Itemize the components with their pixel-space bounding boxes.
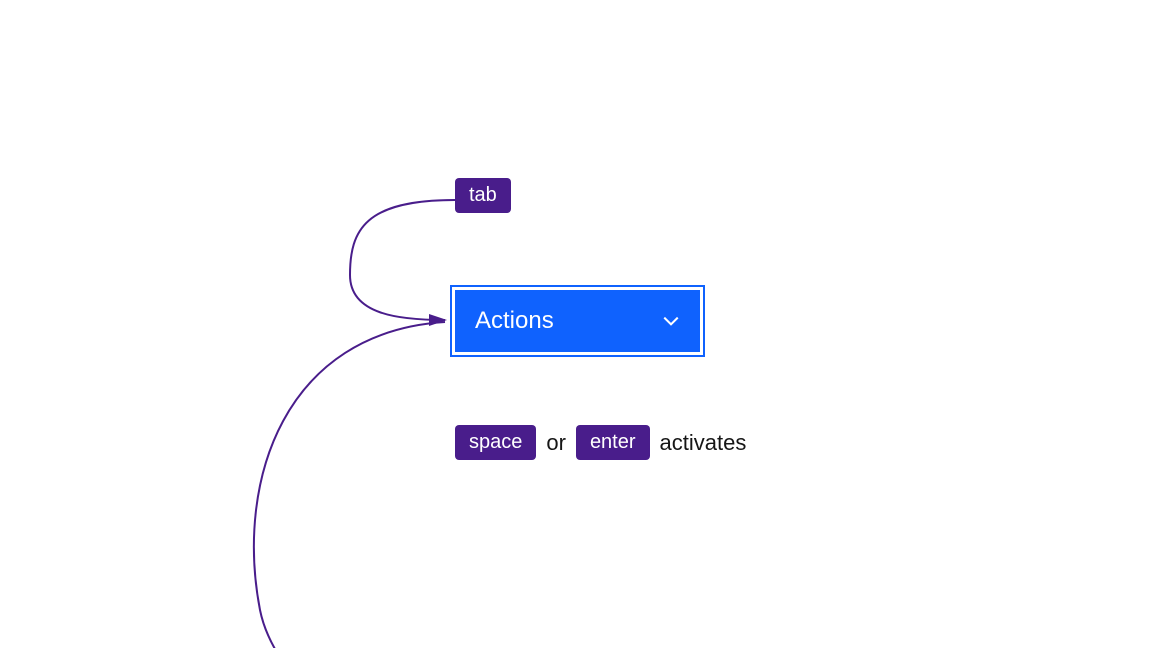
enter-key-badge: enter	[576, 425, 650, 460]
chevron-down-icon	[662, 312, 680, 330]
dropdown-label: Actions	[475, 307, 554, 335]
enter-key-label: enter	[590, 431, 636, 453]
instruction-row: space or enter activates	[455, 425, 746, 460]
space-key-label: space	[469, 431, 522, 453]
tab-key-badge: tab	[455, 178, 511, 213]
or-text: or	[546, 430, 566, 456]
space-key-badge: space	[455, 425, 536, 460]
actions-dropdown-button[interactable]: Actions	[455, 290, 700, 352]
activates-text: activates	[660, 430, 747, 456]
tab-key-label: tab	[469, 184, 497, 206]
